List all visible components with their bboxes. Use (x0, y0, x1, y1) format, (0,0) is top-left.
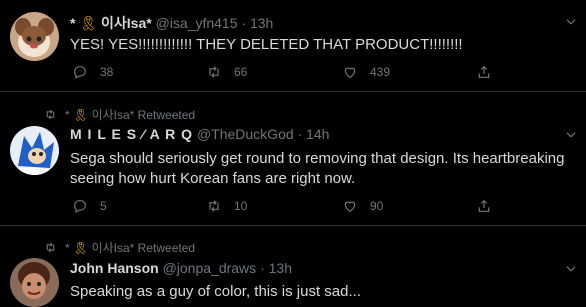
tweet-actions: 38 66 439 (70, 62, 500, 82)
timeline: * 🎗 이사Isa* @isa_yfn415 · 13h YES! YES!!!… (0, 0, 586, 307)
author-handle[interactable]: @jonpa_draws (163, 260, 257, 276)
retweet-button[interactable]: 10 (206, 196, 247, 216)
tweet-text: YES! YES!!!!!!!!!!!!! THEY DELETED THAT … (70, 36, 463, 53)
avatar[interactable] (10, 126, 59, 175)
reply-button[interactable]: 38 (72, 62, 113, 82)
tweet-time[interactable]: 13h (269, 260, 292, 276)
tweet[interactable]: * 🎗 이사Isa* Retweeted John Hanson @jonpa_… (0, 226, 586, 307)
like-button[interactable]: 90 (342, 196, 383, 216)
author-handle[interactable]: @isa_yfn415 (156, 15, 238, 31)
like-button[interactable]: 439 (342, 62, 390, 82)
retweeted-by-label[interactable]: 이사Isa* Retweeted (92, 241, 195, 255)
reply-button[interactable]: 5 (72, 196, 107, 216)
share-icon (478, 65, 490, 78)
retweet-context: * 🎗 이사Isa* Retweeted (44, 239, 195, 256)
author-name[interactable]: M I L E S ⁄ A R Q (70, 126, 193, 142)
avatar[interactable] (10, 12, 59, 61)
tweet-time[interactable]: 13h (250, 15, 273, 31)
tweet[interactable]: * 🎗 이사Isa* Retweeted M I L E S ⁄ A R Q @… (0, 92, 586, 226)
retweet-icon (46, 242, 55, 253)
tweet-text: Speaking as a guy of color, this is just… (70, 283, 361, 300)
reply-icon (74, 66, 86, 80)
share-button[interactable] (476, 62, 504, 82)
retweeted-by-label[interactable]: 이사Isa* Retweeted (92, 108, 195, 122)
retweet-icon (209, 66, 219, 78)
separator-dot: · (297, 126, 303, 142)
retweet-icon (209, 200, 219, 212)
ribbon-icon: 🎗 (73, 108, 89, 122)
like-count: 90 (370, 199, 384, 213)
tweet-text: Sega should seriously get round to remov… (70, 150, 565, 187)
author-prefix: * (70, 15, 80, 31)
chevron-down-icon[interactable] (564, 262, 578, 276)
reply-count: 38 (100, 65, 114, 79)
retweeted-by-prefix: * (65, 241, 74, 255)
retweeted-by-prefix: * (65, 108, 74, 122)
share-icon (478, 199, 490, 212)
retweet-icon (46, 109, 55, 120)
reply-icon (74, 200, 86, 214)
like-count: 439 (370, 65, 391, 79)
separator-dot: · (241, 15, 247, 31)
tweet-header: * 🎗 이사Isa* @isa_yfn415 · 13h (70, 13, 273, 33)
reply-count: 5 (100, 199, 107, 213)
heart-icon (344, 67, 356, 79)
heart-icon (344, 201, 356, 213)
avatar[interactable] (10, 258, 59, 307)
ribbon-icon: 🎗 (79, 15, 98, 31)
retweet-count: 66 (234, 65, 248, 79)
author-name[interactable]: 이사Isa* (101, 15, 152, 31)
tweet-header: John Hanson @jonpa_draws · 13h (70, 260, 292, 276)
author-name[interactable]: John Hanson (70, 260, 159, 276)
separator-dot: · (260, 260, 265, 276)
tweet-actions: 5 10 90 (70, 196, 500, 216)
tweet-header: M I L E S ⁄ A R Q @TheDuckGod · 14h (70, 126, 329, 142)
tweet-time[interactable]: 14h (306, 126, 329, 142)
tweet[interactable]: * 🎗 이사Isa* @isa_yfn415 · 13h YES! YES!!!… (0, 0, 586, 92)
ribbon-icon: 🎗 (73, 241, 89, 255)
retweet-count: 10 (234, 199, 248, 213)
share-button[interactable] (476, 196, 504, 216)
retweet-button[interactable]: 66 (206, 62, 247, 82)
chevron-down-icon[interactable] (564, 15, 578, 29)
retweet-context: * 🎗 이사Isa* Retweeted (44, 106, 195, 123)
author-handle[interactable]: @TheDuckGod (197, 126, 294, 142)
chevron-down-icon[interactable] (564, 128, 578, 142)
